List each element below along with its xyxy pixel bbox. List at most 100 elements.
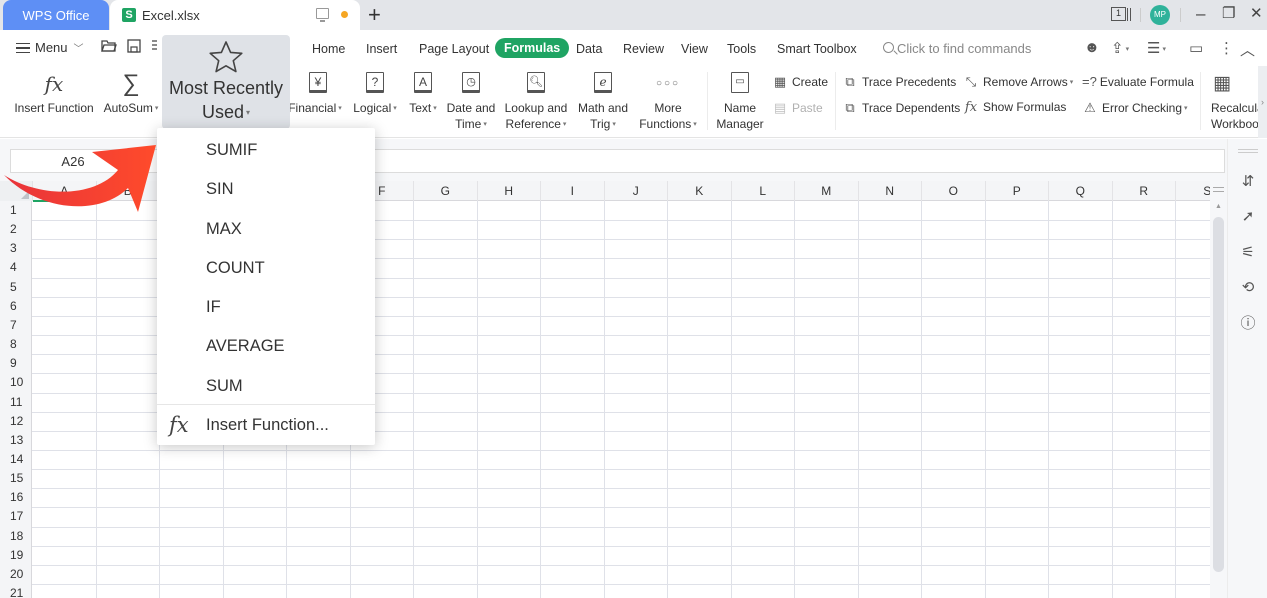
column-header-j[interactable]: J bbox=[603, 181, 668, 201]
function-item-sumif[interactable]: SUMIF bbox=[157, 131, 375, 169]
column-header-k[interactable]: K bbox=[667, 181, 731, 201]
tab-formulas[interactable]: Formulas bbox=[495, 38, 570, 58]
date-time-button[interactable]: ◷ Date and Time ▾ bbox=[444, 72, 498, 133]
column-header-r[interactable]: R bbox=[1111, 181, 1176, 201]
paste-names-button[interactable]: ▤ Paste bbox=[772, 100, 823, 116]
column-header-p[interactable]: P bbox=[984, 181, 1049, 201]
row-header-11[interactable]: 11 bbox=[0, 393, 32, 412]
row-header-2[interactable]: 2 bbox=[0, 220, 32, 239]
settings-sliders-icon[interactable]: ⚟ bbox=[1238, 243, 1258, 263]
column-header-m[interactable]: M bbox=[794, 181, 858, 201]
row-header-19[interactable]: 19 bbox=[0, 546, 32, 565]
autosum-button[interactable]: ∑ AutoSum ▾ bbox=[100, 72, 162, 117]
function-item-sum[interactable]: SUM bbox=[157, 367, 375, 405]
command-search[interactable]: Click to find commands bbox=[883, 41, 1031, 56]
row-header-15[interactable]: 15 bbox=[0, 469, 32, 488]
most-recently-used-button[interactable]: Most Recently Used ▾ bbox=[162, 35, 290, 129]
export-share-icon[interactable]: ⇪ ▾ bbox=[1111, 39, 1129, 57]
logical-button[interactable]: ? Logical ▾ bbox=[350, 72, 400, 117]
row-header-9[interactable]: 9 bbox=[0, 354, 32, 373]
tab-page-layout[interactable]: Page Layout bbox=[419, 42, 489, 56]
monitor-icon[interactable] bbox=[316, 8, 329, 22]
function-item-if[interactable]: IF bbox=[157, 288, 375, 326]
ribbon-scroll-right-button[interactable]: › bbox=[1258, 66, 1267, 138]
function-item-count[interactable]: COUNT bbox=[157, 249, 375, 287]
column-header-g[interactable]: G bbox=[413, 181, 477, 201]
undo-icon[interactable] bbox=[150, 39, 158, 53]
tab-review[interactable]: Review bbox=[623, 42, 664, 56]
history-icon[interactable]: ⟲ bbox=[1238, 278, 1258, 298]
tab-wps-office[interactable]: WPS Office bbox=[3, 0, 109, 30]
insert-function-menu-item[interactable]: fx Insert Function... bbox=[157, 406, 375, 444]
row-header-21[interactable]: 21 bbox=[0, 584, 32, 598]
vertical-scrollbar[interactable]: ▲ bbox=[1210, 181, 1227, 598]
split-pane-handle[interactable] bbox=[1213, 187, 1224, 192]
create-names-button[interactable]: ▦ Create bbox=[772, 74, 828, 90]
function-item-max[interactable]: MAX bbox=[157, 210, 375, 248]
row-header-3[interactable]: 3 bbox=[0, 239, 32, 258]
column-header-n[interactable]: N bbox=[857, 181, 922, 201]
column-header-i[interactable]: I bbox=[540, 181, 604, 201]
text-functions-button[interactable]: A Text ▾ bbox=[405, 72, 441, 117]
user-avatar[interactable]: MP bbox=[1150, 5, 1170, 25]
function-item-average[interactable]: AVERAGE bbox=[157, 327, 375, 365]
tab-smart-toolbox[interactable]: Smart Toolbox bbox=[777, 42, 857, 56]
row-header-18[interactable]: 18 bbox=[0, 527, 32, 546]
row-header-20[interactable]: 20 bbox=[0, 565, 32, 584]
minimize-button[interactable]: – bbox=[1196, 4, 1205, 24]
lookup-reference-button[interactable]: 🔍︎ Lookup and Reference ▾ bbox=[502, 72, 570, 133]
row-header-7[interactable]: 7 bbox=[0, 316, 32, 335]
open-folder-icon[interactable] bbox=[101, 39, 117, 53]
transform-icon[interactable]: ⇵ bbox=[1238, 172, 1258, 192]
row-header-10[interactable]: 10 bbox=[0, 373, 32, 392]
trace-dependents-button[interactable]: ⧉ Trace Dependents bbox=[842, 100, 960, 116]
scrollbar-thumb[interactable] bbox=[1213, 217, 1224, 572]
row-header-12[interactable]: 12 bbox=[0, 412, 32, 431]
recalculate-workbook-button[interactable]: ▦ Recalculate Workbook bbox=[1205, 72, 1258, 132]
column-header-o[interactable]: O bbox=[921, 181, 985, 201]
tab-data[interactable]: Data bbox=[576, 42, 602, 56]
function-item-sin[interactable]: SIN bbox=[157, 170, 375, 208]
financial-button[interactable]: ¥ Financial ▾ bbox=[290, 72, 346, 117]
row-header-13[interactable]: 13 bbox=[0, 431, 32, 450]
layout-options-icon[interactable]: ☰ ▾ bbox=[1147, 39, 1166, 57]
panel-drag-handle[interactable] bbox=[1238, 149, 1258, 153]
math-trig-button[interactable]: e Math and Trig ▾ bbox=[574, 72, 632, 133]
remove-arrows-button[interactable]: ⤡ Remove Arrows ▾ bbox=[963, 74, 1073, 90]
more-options-icon[interactable]: ⋮ bbox=[1219, 39, 1234, 57]
formula-input[interactable] bbox=[370, 149, 1225, 173]
column-header-s[interactable]: S bbox=[1175, 181, 1210, 201]
insert-function-button[interactable]: fx Insert Function bbox=[12, 72, 96, 116]
row-header-17[interactable]: 17 bbox=[0, 507, 32, 526]
tab-tools[interactable]: Tools bbox=[727, 42, 756, 56]
comment-icon[interactable]: ▭ bbox=[1189, 39, 1203, 57]
row-header-6[interactable]: 6 bbox=[0, 297, 32, 316]
close-button[interactable]: ✕ bbox=[1250, 4, 1263, 24]
column-header-l[interactable]: L bbox=[730, 181, 795, 201]
column-header-h[interactable]: H bbox=[476, 181, 541, 201]
scroll-up-arrow-icon[interactable]: ▲ bbox=[1215, 203, 1222, 210]
tab-excel-document[interactable]: S Excel.xlsx bbox=[110, 0, 360, 30]
help-icon[interactable]: ⓘ bbox=[1238, 314, 1258, 334]
trace-precedents-button[interactable]: ⧉ Trace Precedents bbox=[842, 74, 956, 90]
evaluate-formula-button[interactable]: =? Evaluate Formula bbox=[1082, 74, 1194, 89]
row-header-16[interactable]: 16 bbox=[0, 488, 32, 507]
row-header-14[interactable]: 14 bbox=[0, 450, 32, 469]
main-menu-button[interactable]: Menu ﹀ bbox=[16, 40, 84, 55]
column-header-q[interactable]: Q bbox=[1048, 181, 1112, 201]
select-cursor-icon[interactable]: ➚ bbox=[1238, 207, 1258, 227]
window-count-icon[interactable]: 1 bbox=[1111, 7, 1126, 21]
tab-view[interactable]: View bbox=[681, 42, 708, 56]
row-header-4[interactable]: 4 bbox=[0, 258, 32, 277]
restore-button[interactable]: ❐ bbox=[1222, 4, 1235, 24]
share-user-icon[interactable]: ☻ bbox=[1084, 39, 1100, 56]
more-functions-button[interactable]: ○○○ More Functions ▾ bbox=[636, 72, 700, 133]
tab-insert[interactable]: Insert bbox=[366, 42, 397, 56]
show-formulas-button[interactable]: fx Show Formulas bbox=[963, 100, 1066, 115]
new-tab-button[interactable]: + bbox=[368, 3, 381, 27]
name-manager-button[interactable]: ▭ Name Manager bbox=[712, 72, 768, 132]
tab-home[interactable]: Home bbox=[312, 42, 345, 56]
row-header-5[interactable]: 5 bbox=[0, 278, 32, 297]
collapse-ribbon-icon[interactable]: ︿ bbox=[1240, 39, 1255, 60]
error-checking-button[interactable]: ⚠ Error Checking ▾ bbox=[1082, 100, 1187, 116]
